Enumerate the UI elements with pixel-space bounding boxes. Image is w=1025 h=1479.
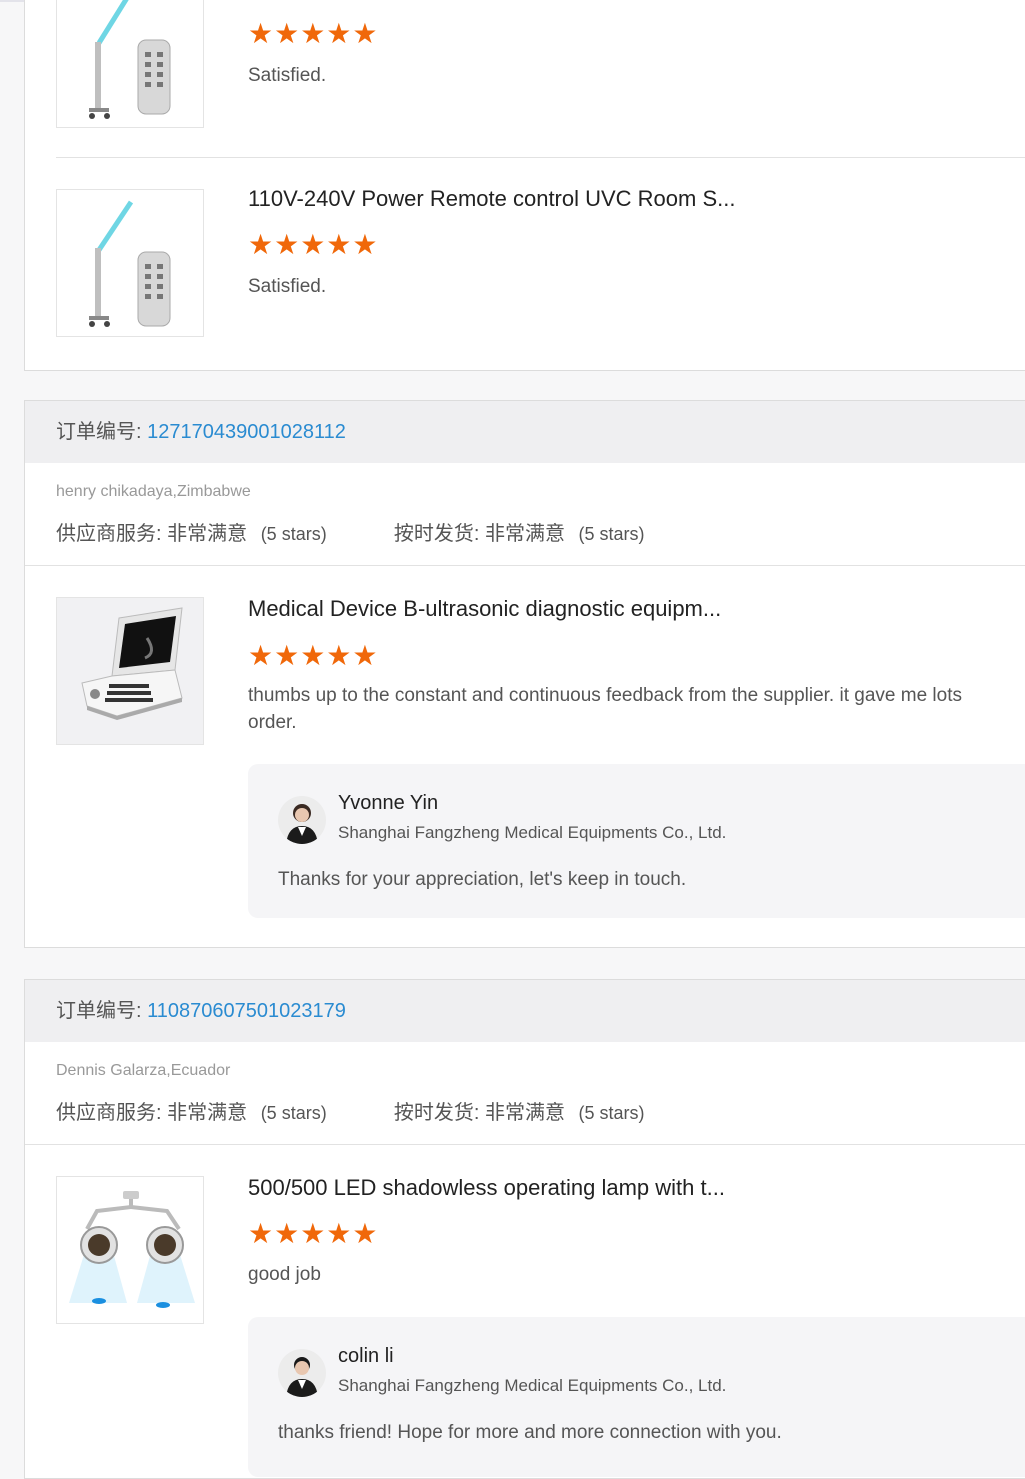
reply-company: Shanghai Fangzheng Medical Equipments Co… [338,823,727,842]
order-number-label: 订单编号: [56,1000,142,1022]
item-divider [56,157,1025,158]
supplier-service-rating: 供应商服务: 非常满意 [56,523,248,545]
avatar [278,1349,326,1397]
review-comment: Satisfied. [248,65,327,86]
review-comment: good job [248,1264,321,1285]
review-comment-line1: thumbs up to the constant and continuous… [248,685,962,706]
person-avatar-icon [286,1357,318,1397]
product-image-uv-lamp[interactable] [56,189,204,337]
section-divider [25,565,1025,566]
review-card-3: 订单编号: 110870607501023179 Dennis Galarza,… [24,979,1025,1479]
rating-stars: ★★★★★ [248,18,379,49]
avatar [278,796,326,844]
product-image-operating-lamp[interactable] [56,1176,204,1324]
operating-lamp-image [69,1191,195,1308]
buyer-name: Dennis Galarza,Ecuador [56,1062,231,1079]
on-time-shipment-rating: 按时发货: 非常满意 [393,523,565,545]
product-title[interactable]: Medical Device B-ultrasonic diagnostic e… [248,596,721,622]
order-number-label: 订单编号: [56,421,142,443]
ultrasound-device-image [81,607,183,720]
reply-text: Thanks for your appreciation, let's keep… [278,869,687,890]
person-avatar-icon [286,804,318,844]
reply-author-name: colin li [338,1345,394,1367]
rating-stars: ★★★★★ [248,229,379,260]
rating-summary: 供应商服务: 非常满意 (5 stars) 按时发货: 非常满意 (5 star… [56,1096,645,1125]
product-image-uv-lamp[interactable] [56,0,204,128]
review-comment-line2: order. [248,712,297,733]
uv-lamp-remote-image [89,0,171,119]
order-header: 订单编号: 127170439001028112 [25,401,1025,463]
supplier-reply: Yvonne Yin Shanghai Fangzheng Medical Eq… [248,764,1025,918]
rating-stars: ★★★★★ [248,1218,379,1249]
product-title[interactable]: 500/500 LED shadowless operating lamp wi… [248,1175,725,1201]
order-header: 订单编号: 110870607501023179 [25,980,1025,1042]
buyer-name: henry chikadaya,Zimbabwe [56,483,251,500]
uv-lamp-remote-image [89,200,171,327]
supplier-service-stars: (5 stars) [260,524,327,544]
order-number-link[interactable]: 127170439001028112 [147,421,346,443]
product-image-ultrasound[interactable] [56,597,204,745]
order-number-link[interactable]: 110870607501023179 [147,1000,346,1022]
reply-company: Shanghai Fangzheng Medical Equipments Co… [338,1376,727,1395]
reply-text: thanks friend! Hope for more and more co… [278,1422,782,1443]
on-time-shipment-stars: (5 stars) [578,524,645,544]
reply-author-name: Yvonne Yin [338,792,439,814]
rating-stars: ★★★★★ [248,640,379,671]
review-card-2: 订单编号: 127170439001028112 henry chikadaya… [24,400,1025,948]
product-title[interactable]: 110V-240V Power Remote control UVC Room … [248,186,735,212]
supplier-reply: colin li Shanghai Fangzheng Medical Equi… [248,1317,1025,1477]
review-card-1: ★★★★★ Satisfied. 110V-240V Power Remote … [24,0,1025,371]
supplier-service-rating: 供应商服务: 非常满意 [56,1102,248,1124]
on-time-shipment-rating: 按时发货: 非常满意 [393,1102,565,1124]
on-time-shipment-stars: (5 stars) [578,1103,645,1123]
rating-summary: 供应商服务: 非常满意 (5 stars) 按时发货: 非常满意 (5 star… [56,517,645,546]
review-comment: Satisfied. [248,276,327,297]
section-divider [25,1144,1025,1145]
supplier-service-stars: (5 stars) [260,1103,327,1123]
